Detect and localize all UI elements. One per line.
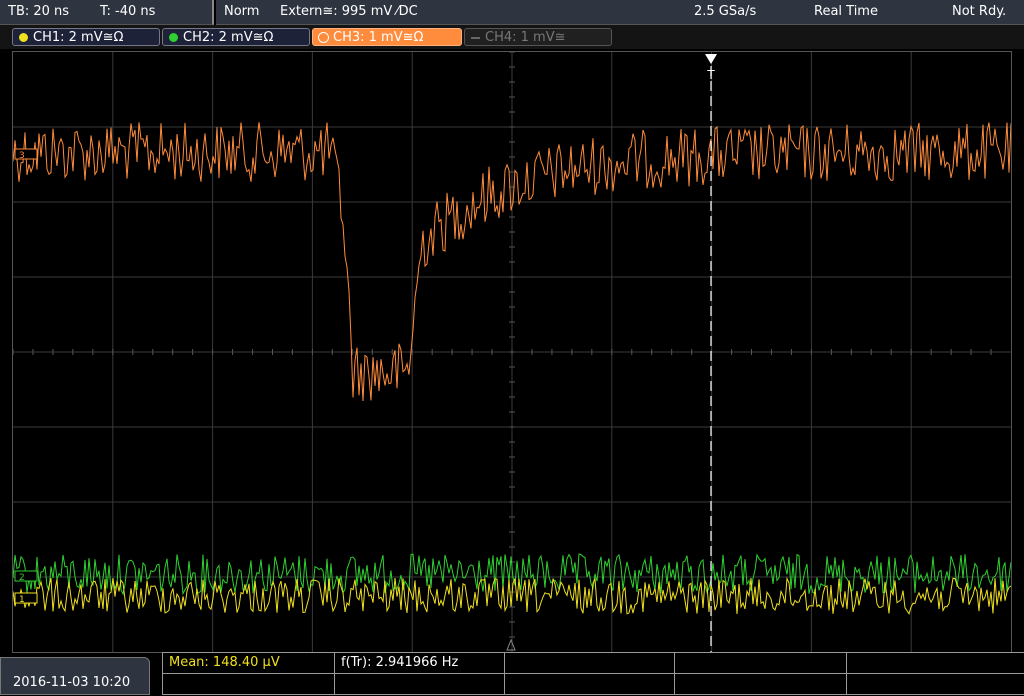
meas-cell-5[interactable] — [846, 653, 1024, 674]
channel-bar: CH1: 2 mV≅Ω CH2: 2 mV≅Ω CH3: 1 mV≅Ω CH4:… — [0, 25, 1024, 49]
ch3-offset-marker[interactable]: 3 — [14, 148, 38, 161]
trigger-time-label: T: -40 ns — [100, 4, 156, 19]
timebase-panel[interactable]: TB: 20 ns T: -40 ns — [0, 0, 214, 25]
trigger-marker-label: T — [706, 68, 715, 82]
datetime-label: 2016-11-03 10:20 — [13, 675, 131, 690]
measurement-panel[interactable]: Mean: 148.40 µV f(Tr): 2.941966 Hz — [162, 652, 1024, 696]
trigger-arrow-icon — [705, 54, 717, 64]
meas-cell-10[interactable] — [846, 674, 1024, 695]
status-label: Not Rdy. — [952, 4, 1007, 19]
waveform-canvas: T 3 2 1 — [13, 52, 1011, 652]
meas-cell-freq[interactable]: f(Tr): 2.941966 Hz — [334, 653, 504, 674]
meas-cell-6[interactable] — [162, 674, 334, 695]
ch2-offset-marker[interactable]: 2 — [14, 570, 38, 583]
ch4-label: CH4: 1 mV≅ — [485, 30, 566, 45]
timebase-label: TB: 20 ns — [8, 4, 70, 19]
ch3-button[interactable]: CH3: 1 mV≅Ω — [312, 28, 462, 46]
horizontal-center-icon — [506, 638, 516, 651]
ch1-indicator-icon — [19, 33, 28, 42]
ch4-indicator-icon — [471, 37, 480, 41]
ch2-button[interactable]: CH2: 2 mV≅Ω — [162, 28, 310, 46]
meas-cell-mean[interactable]: Mean: 148.40 µV — [162, 653, 334, 674]
ch1-label: CH1: 2 mV≅Ω — [33, 30, 124, 45]
acq-mode-label: Norm — [224, 4, 260, 19]
meas-cell-3[interactable] — [504, 653, 674, 674]
meas-cell-9[interactable] — [674, 674, 846, 695]
ch3-marker-label: 3 — [19, 151, 25, 161]
ch3-label: CH3: 1 mV≅Ω — [333, 30, 424, 45]
datetime-panel: 2016-11-03 10:20 — [0, 657, 150, 695]
meas-cell-8[interactable] — [504, 674, 674, 695]
trigger-source-label: Extern≅: 995 mV ⁄DC — [280, 4, 418, 19]
mean-measurement: Mean: 148.40 µV — [169, 655, 280, 670]
freq-measurement: f(Tr): 2.941966 Hz — [341, 655, 459, 670]
ch3-indicator-icon — [318, 32, 329, 43]
ch2-indicator-icon — [169, 33, 178, 42]
acquisition-panel[interactable]: Norm Extern≅: 995 mV ⁄DC 2.5 GSa/s Real … — [216, 0, 1024, 25]
meas-cell-4[interactable] — [674, 653, 846, 674]
meas-cell-7[interactable] — [334, 674, 504, 695]
waveform-display[interactable]: T 3 2 1 — [12, 51, 1012, 653]
realtime-label: Real Time — [814, 4, 878, 19]
ch4-button[interactable]: CH4: 1 mV≅ — [464, 28, 612, 46]
ch1-marker-label: 1 — [19, 595, 25, 605]
ch1-offset-marker[interactable]: 1 — [14, 592, 38, 605]
ch2-label: CH2: 2 mV≅Ω — [183, 30, 274, 45]
ch2-marker-label: 2 — [19, 573, 25, 583]
sample-rate-label: 2.5 GSa/s — [694, 4, 757, 19]
ch1-button[interactable]: CH1: 2 mV≅Ω — [12, 28, 160, 46]
